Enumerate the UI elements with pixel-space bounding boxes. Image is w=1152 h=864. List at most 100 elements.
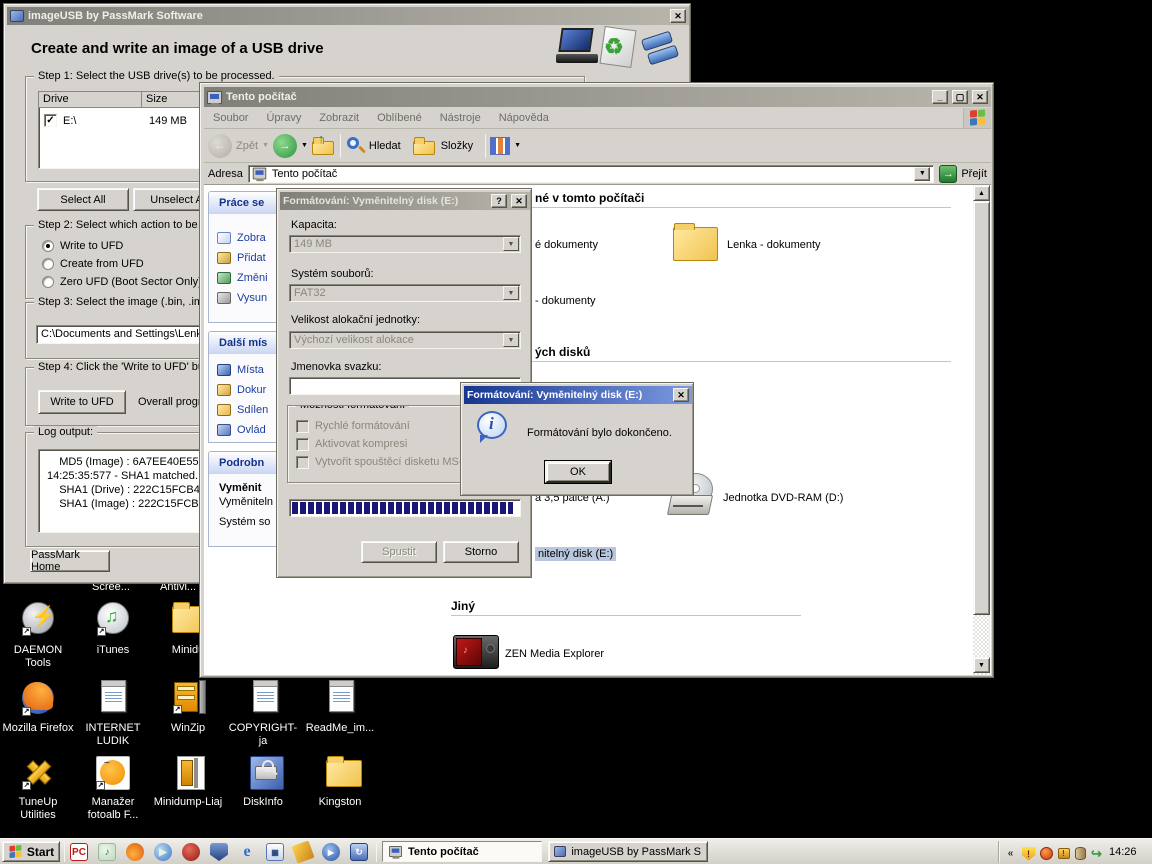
messenger-icon[interactable] <box>291 840 314 863</box>
dvd-drive-item[interactable]: Jednotka DVD-RAM (D:) <box>723 492 843 504</box>
close-icon[interactable]: ✕ <box>670 9 686 23</box>
select-all-button[interactable]: Select All <box>37 188 129 211</box>
help-icon[interactable]: ? <box>491 194 507 208</box>
maximize-icon[interactable]: ▢ <box>952 90 968 104</box>
radio-label[interactable]: Zero UFD (Boot Sector Only) <box>60 276 202 288</box>
address-combobox[interactable]: Tento počítač ▼ <box>248 165 934 183</box>
desktop-icon-label[interactable]: Mozilla Firefox <box>1 722 75 735</box>
menu-upravy[interactable]: Úpravy <box>257 112 310 124</box>
radio-label[interactable]: Write to UFD <box>60 240 123 252</box>
start-button[interactable]: Start <box>2 841 60 862</box>
back-icon[interactable]: ← <box>208 134 232 158</box>
taskbar-task-imageusb[interactable]: imageUSB by PassMark S... <box>548 841 708 862</box>
forward-dropdown-icon[interactable]: ▼ <box>301 142 308 149</box>
firefox-icon[interactable]: ↗ <box>22 682 56 716</box>
internet-explorer-icon[interactable]: e <box>238 843 256 861</box>
up-folder-icon[interactable]: ↑ <box>312 135 336 157</box>
desktop-icon-label[interactable]: DAEMON Tools <box>1 644 75 670</box>
close-icon[interactable]: ✕ <box>673 388 689 402</box>
menu-nastroje[interactable]: Nástroje <box>431 112 490 124</box>
desktop-icon-label[interactable]: DiskInfo <box>226 796 300 809</box>
views-dropdown-icon[interactable]: ▼ <box>514 142 521 149</box>
menu-napoveda[interactable]: Nápověda <box>490 112 558 124</box>
red-pc-app-icon[interactable]: PC <box>70 843 88 861</box>
scroll-up-icon[interactable]: ▲ <box>973 185 990 201</box>
desktop-icon-label[interactable]: iTunes <box>76 644 150 657</box>
daemon-tools-icon[interactable]: ⚡ ↗ <box>22 602 56 636</box>
menu-oblibene[interactable]: Oblíbené <box>368 112 431 124</box>
zen-device-icon[interactable]: ♪ <box>453 635 499 669</box>
views-icon[interactable] <box>490 137 510 155</box>
shared-documents-item[interactable]: é dokumenty <box>535 239 598 251</box>
kingston-folder-icon[interactable] <box>326 760 362 787</box>
media-sphere-icon[interactable]: ▶ <box>154 843 172 861</box>
scrollbar-thumb[interactable] <box>973 201 990 615</box>
folders-label[interactable]: Složky <box>441 140 473 152</box>
copyright-file-icon[interactable] <box>253 680 278 712</box>
database-icon[interactable] <box>1073 846 1088 861</box>
ok-button[interactable]: OK <box>545 461 611 483</box>
diskinfo-icon[interactable] <box>250 756 284 790</box>
write-to-ufd-button[interactable]: Write to UFD <box>38 390 126 414</box>
drive-cell[interactable]: E:\ <box>63 115 76 127</box>
firefox-icon[interactable] <box>126 843 144 861</box>
address-dropdown-icon[interactable]: ▼ <box>914 167 930 181</box>
desktop-icon-label[interactable]: Minidump-Liaj <box>151 796 225 809</box>
windows-update-icon[interactable]: ↻ <box>350 843 368 861</box>
removable-disk-item-selected[interactable]: nitelný disk (E:) <box>535 547 616 561</box>
winzip-icon[interactable]: ↗ <box>173 680 209 714</box>
write-to-ufd-radio[interactable] <box>42 240 54 252</box>
orange-ball-icon[interactable] <box>1039 846 1054 861</box>
taskbar-task-my-computer[interactable]: Tento počítač <box>382 841 542 862</box>
zero-ufd-radio[interactable] <box>42 276 54 288</box>
back-dropdown-icon[interactable]: ▼ <box>262 142 269 149</box>
search-icon[interactable] <box>345 136 365 156</box>
alert-lock-icon[interactable]: ! <box>1056 846 1071 861</box>
desktop-icon-label[interactable]: WinZip <box>151 722 225 735</box>
message-dialog-titlebar[interactable]: Formátování: Vyměnitelný disk (E:) ✕ <box>464 386 692 404</box>
show-desktop-icon[interactable]: ▦ <box>266 843 284 861</box>
size-cell[interactable]: 149 MB <box>149 115 187 127</box>
tray-clock[interactable]: 14:26 <box>1109 846 1137 858</box>
lenka-documents-item[interactable]: Lenka - dokumenty <box>727 239 821 251</box>
explorer-titlebar[interactable]: Tento počítač _ ▢ ✕ <box>204 87 991 107</box>
media-player-icon[interactable]: ▶ <box>322 843 340 861</box>
music-player-icon[interactable]: ♪ <box>98 843 116 861</box>
desktop-icon-label[interactable]: TuneUp Utilities <box>1 796 75 822</box>
imageusb-titlebar[interactable]: imageUSB by PassMark Software ✕ <box>7 7 689 25</box>
safely-remove-icon[interactable]: ↪ <box>1089 846 1104 861</box>
documents-item[interactable]: - dokumenty <box>535 295 596 307</box>
radio-label[interactable]: Create from UFD <box>60 258 144 270</box>
tuneup-utilities-icon[interactable]: ↗ <box>22 756 56 790</box>
desktop-icon-label[interactable]: Manažer fotoalb F... <box>76 796 150 822</box>
desktop-icon-label[interactable]: ReadMe_im... <box>303 722 377 735</box>
back-label[interactable]: Zpět <box>236 140 258 152</box>
desktop-icon-label[interactable]: COPYRIGHT-ja <box>226 722 300 748</box>
create-from-ufd-radio[interactable] <box>42 258 54 270</box>
tray-collapse-icon[interactable]: « <box>1003 846 1018 861</box>
desktop-icon-label[interactable]: Kingston <box>303 796 377 809</box>
internet-ludik-file-icon[interactable] <box>101 680 126 712</box>
drive-checkbox[interactable]: ✓ <box>44 114 57 127</box>
format-dialog-titlebar[interactable]: Formátování: Vyměnitelný disk (E:) ? ✕ <box>280 192 530 210</box>
close-icon[interactable]: ✕ <box>511 194 527 208</box>
drive-column-header[interactable]: Drive <box>39 92 142 107</box>
folders-icon[interactable] <box>413 137 437 155</box>
zen-media-explorer-item[interactable]: ZEN Media Explorer <box>505 648 604 660</box>
scroll-down-icon[interactable]: ▼ <box>973 657 990 673</box>
minidump-zip-icon[interactable] <box>173 756 209 790</box>
itunes-icon[interactable]: ♫ ↗ <box>97 602 131 636</box>
go-button[interactable]: → Přejít <box>939 165 987 183</box>
vertical-scrollbar[interactable]: ▲ ▼ <box>973 185 990 675</box>
minimize-icon[interactable]: _ <box>932 90 948 104</box>
folder-icon[interactable] <box>673 227 718 261</box>
menu-soubor[interactable]: Soubor <box>204 112 257 124</box>
readme-file-icon[interactable] <box>329 680 354 712</box>
photo-manager-icon[interactable]: ~ ↗ <box>96 756 130 790</box>
security-shield-icon[interactable]: ! <box>1021 846 1036 861</box>
search-label[interactable]: Hledat <box>369 140 401 152</box>
menu-zobrazit[interactable]: Zobrazit <box>310 112 368 124</box>
forward-icon[interactable]: → <box>273 134 297 158</box>
close-icon[interactable]: ✕ <box>972 90 988 104</box>
miro-player-icon[interactable] <box>182 843 200 861</box>
